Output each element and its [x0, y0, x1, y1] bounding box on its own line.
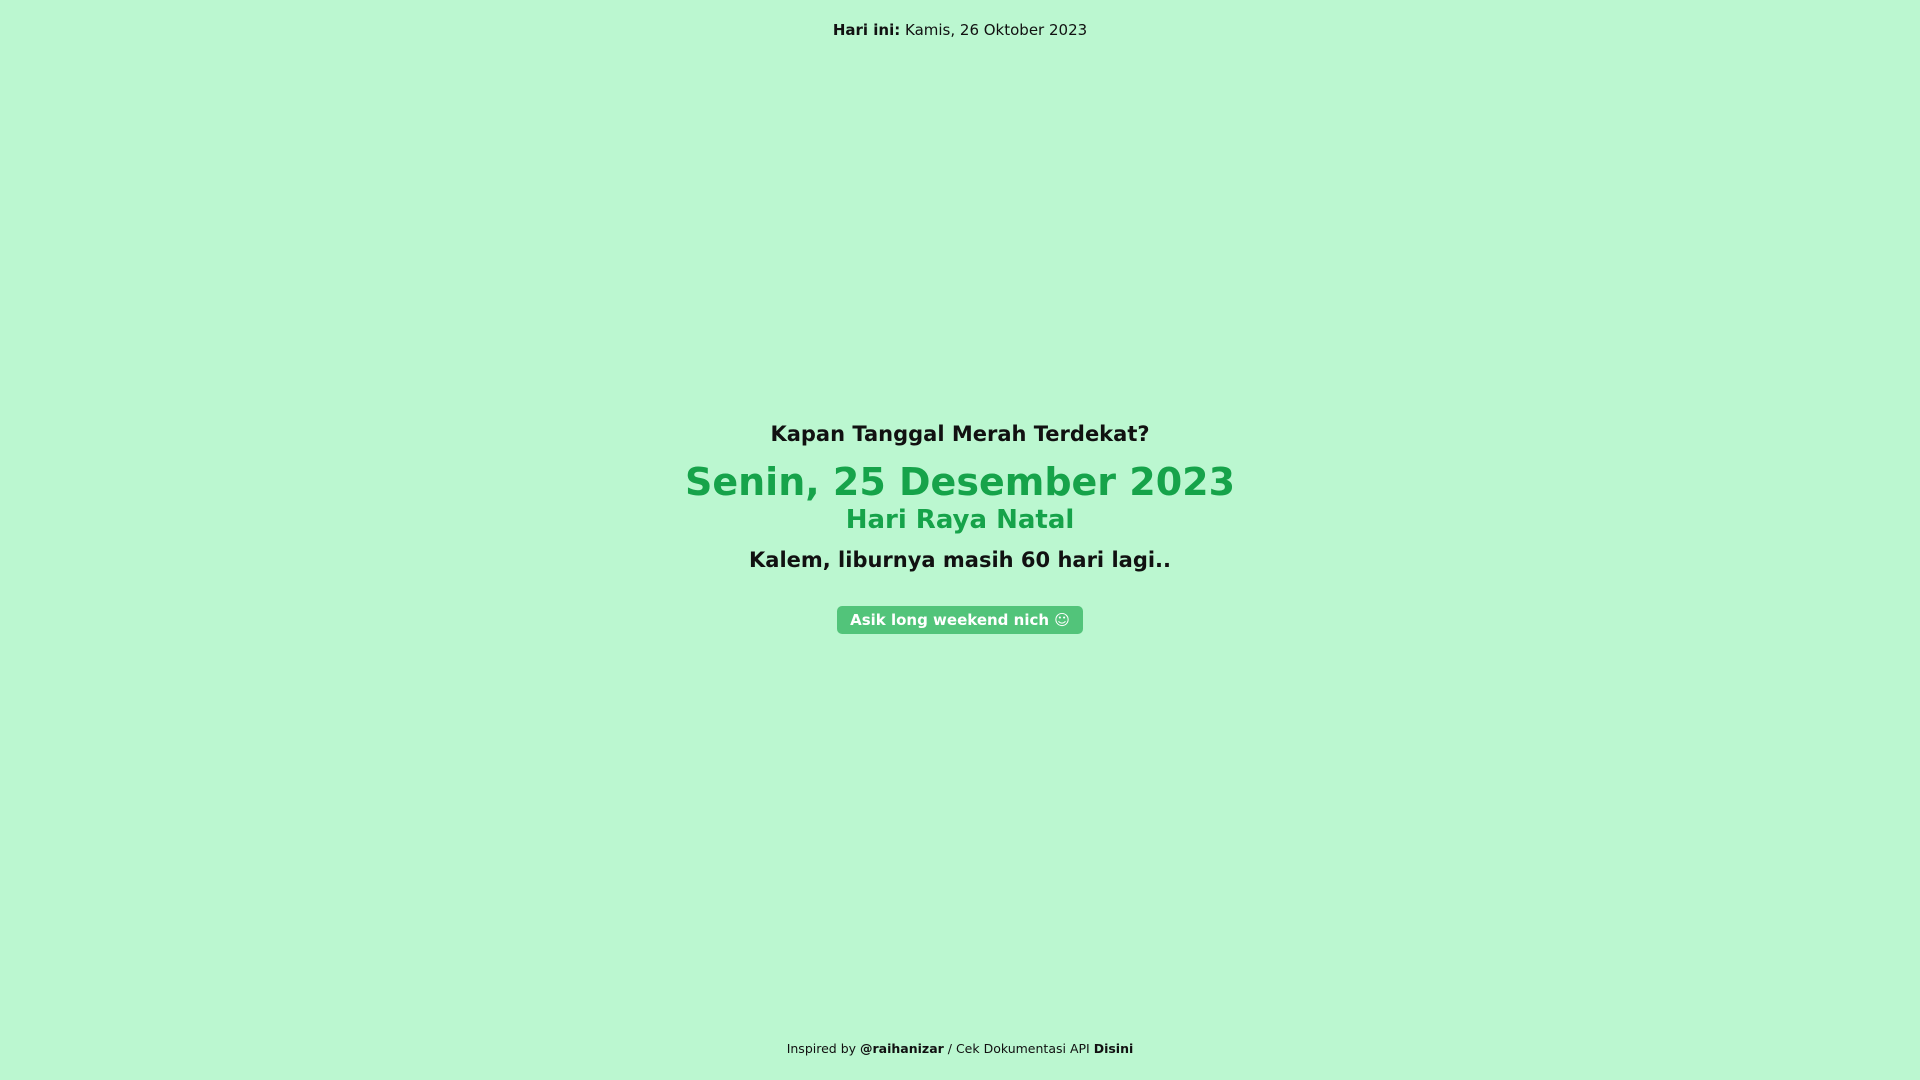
countdown-text: Kalem, liburnya masih 60 hari lagi..: [749, 548, 1171, 572]
today-value: Kamis, 26 Oktober 2023: [905, 21, 1088, 39]
docs-link[interactable]: Disini: [1094, 1041, 1134, 1056]
today-line: Hari ini: Kamis, 26 Oktober 2023: [0, 20, 1920, 40]
today-label: Hari ini:: [832, 21, 901, 39]
question-heading: Kapan Tanggal Merah Terdekat?: [770, 422, 1150, 446]
holiday-date: Senin, 25 Desember 2023: [684, 460, 1236, 504]
holiday-name: Hari Raya Natal: [845, 505, 1075, 535]
badge-wrap: Asik long weekend nich ☺: [0, 606, 1920, 634]
holiday-card: Kapan Tanggal Merah Terdekat? Senin, 25 …: [0, 420, 1920, 634]
footer-separator-text: / Cek Dokumentasi API: [943, 1041, 1094, 1056]
footer-inspired-text: Inspired by: [786, 1041, 861, 1056]
footer: Inspired by @raihanizar / Cek Dokumentas…: [0, 1040, 1920, 1058]
author-link[interactable]: @raihanizar: [860, 1041, 944, 1056]
long-weekend-badge: Asik long weekend nich ☺: [837, 606, 1083, 634]
